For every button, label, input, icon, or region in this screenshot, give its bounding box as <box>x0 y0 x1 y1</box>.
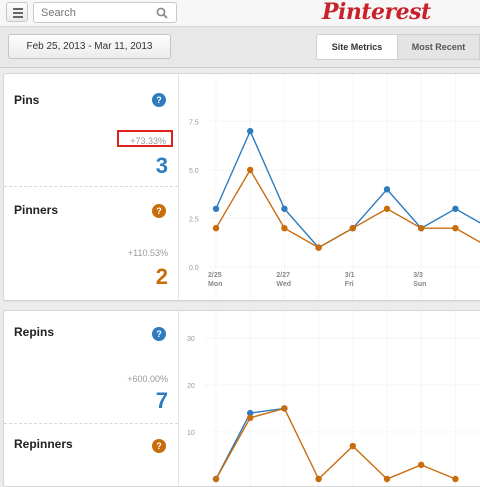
repins-help-icon[interactable]: ? <box>152 327 166 341</box>
data-point <box>315 475 322 483</box>
search-box[interactable] <box>33 2 177 23</box>
pins-label: Pins <box>14 93 40 107</box>
repinners-label: Repinners <box>14 437 73 451</box>
data-point <box>349 224 356 232</box>
data-point <box>349 442 356 450</box>
repins-change: +600.00% <box>127 374 168 384</box>
x-tick-label: 2/27 <box>276 272 290 279</box>
pins-change-highlight <box>117 130 173 147</box>
search-input[interactable] <box>41 6 151 20</box>
data-point <box>281 205 288 212</box>
metric-divider <box>4 186 178 187</box>
data-point <box>383 475 391 483</box>
top-bar: Pinterest <box>0 0 480 27</box>
tab-most-recent[interactable]: Most Recent <box>398 34 480 60</box>
pins-stats-panel: Pins ? +73.33% 3 Pinners ? +110.53% 2 <box>4 74 179 300</box>
menu-icon-line <box>13 8 23 10</box>
data-point <box>247 166 254 174</box>
pins-chart: 7.5 5.0 2.5 0.0 2/25 Mon 2/27 Wed 3/1 Fri 3/3 Sun <box>179 74 480 300</box>
pins-value: 3 <box>155 153 168 178</box>
data-point <box>212 475 220 483</box>
x-tick-day-label: Wed <box>276 281 291 288</box>
data-point <box>383 186 391 193</box>
data-point <box>212 205 220 212</box>
pinterest-logo[interactable]: Pinterest <box>322 0 431 25</box>
y-tick-label: 2.5 <box>189 216 199 223</box>
pins-help-icon[interactable]: ? <box>152 93 166 107</box>
data-point <box>383 205 391 212</box>
series-line-1 <box>215 168 480 249</box>
data-point <box>452 205 459 212</box>
repins-value: 7 <box>155 388 168 413</box>
data-point <box>247 127 254 135</box>
pinners-label: Pinners <box>14 203 59 217</box>
date-range-picker[interactable]: Feb 25, 2013 - Mar 11, 2013 <box>8 34 171 59</box>
repinners-help-icon[interactable]: ? <box>152 439 166 453</box>
y-tick-label: 10 <box>187 430 195 437</box>
data-point <box>315 244 322 251</box>
toolbar: Feb 25, 2013 - Mar 11, 2013 Site Metrics… <box>0 27 480 68</box>
search-icon[interactable] <box>156 7 168 19</box>
x-tick-day-label: Fri <box>345 281 354 288</box>
y-tick-label: 30 <box>187 336 195 343</box>
x-tick-day-label: Sun <box>413 281 426 288</box>
data-point <box>418 224 425 232</box>
x-tick-label: 2/25 <box>208 272 222 279</box>
data-point <box>452 475 459 483</box>
pins-line-chart: 7.5 5.0 2.5 0.0 2/25 Mon 2/27 Wed 3/1 Fri 3/3 Sun <box>189 74 480 300</box>
repins-line-chart: 30 20 10 <box>187 311 480 486</box>
y-tick-label: 7.5 <box>189 119 199 126</box>
menu-icon-line <box>13 16 23 18</box>
data-point <box>418 461 425 469</box>
pins-card: Pins ? +73.33% 3 Pinners ? +110.53% 2 7.… <box>3 73 480 301</box>
repins-label: Repins <box>14 325 55 339</box>
data-point <box>247 414 254 422</box>
y-tick-label: 20 <box>187 383 195 390</box>
x-tick-label: 3/1 <box>345 272 355 279</box>
data-point <box>281 224 288 232</box>
x-tick-day-label: Mon <box>208 281 222 288</box>
menu-icon-line <box>13 12 23 14</box>
repins-card: Repins ? +600.00% 7 Repinners ? 30 20 10 <box>3 310 480 487</box>
data-point <box>281 405 288 412</box>
pinners-value: 2 <box>155 264 168 289</box>
data-point <box>452 224 459 232</box>
x-tick-label: 3/3 <box>413 272 423 279</box>
y-tick-label: 0.0 <box>189 265 199 272</box>
metric-divider <box>4 423 178 424</box>
repins-chart: 30 20 10 <box>179 311 480 486</box>
pinners-help-icon[interactable]: ? <box>152 204 166 218</box>
tab-site-metrics[interactable]: Site Metrics <box>316 34 398 60</box>
pinners-change: +110.53% <box>127 248 168 258</box>
repins-stats-panel: Repins ? +600.00% 7 Repinners ? <box>4 311 179 486</box>
menu-button[interactable] <box>6 2 28 22</box>
data-point <box>212 224 220 232</box>
y-tick-label: 5.0 <box>189 168 199 175</box>
